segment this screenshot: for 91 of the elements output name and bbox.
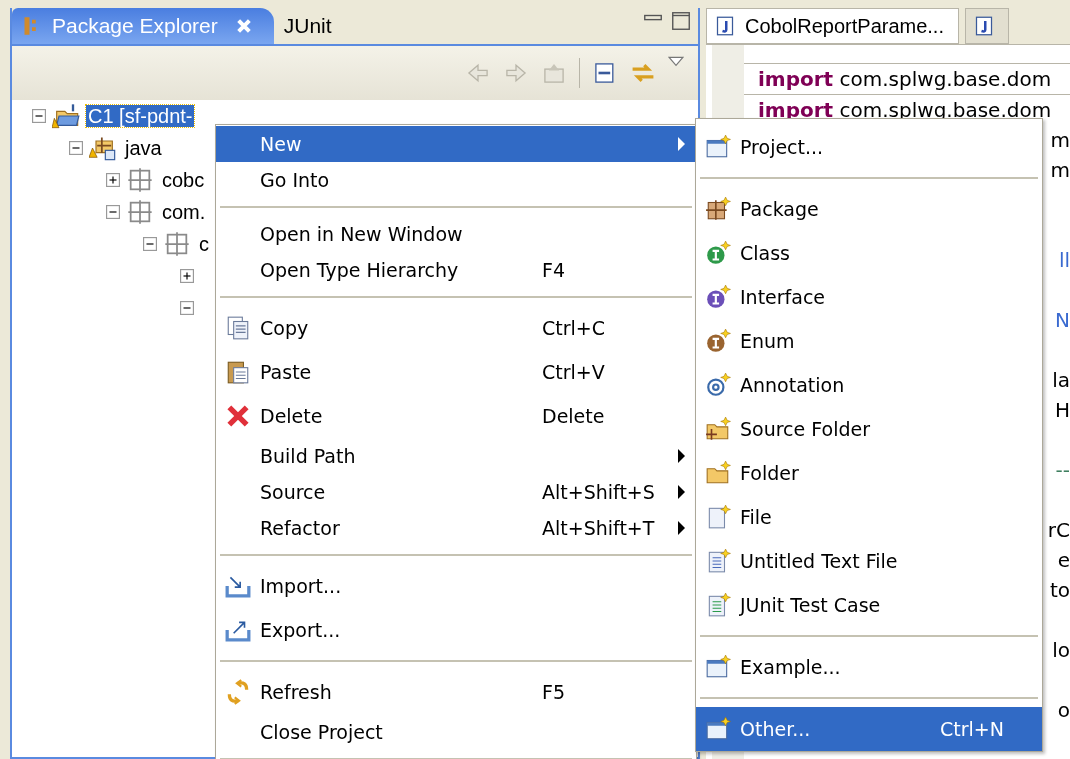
code-fragment: e: [1057, 548, 1070, 572]
editor-tab[interactable]: [965, 8, 1009, 44]
documents-icon: [225, 315, 251, 341]
menu-item[interactable]: Folder: [696, 451, 1042, 495]
submenu-arrow-icon: [677, 137, 685, 151]
wizard-icon: [705, 716, 731, 742]
expand-icon[interactable]: [180, 269, 194, 283]
menu-item[interactable]: Class: [696, 231, 1042, 275]
menu-item[interactable]: Go Into: [216, 162, 696, 198]
package-icon: [705, 196, 731, 222]
menu-item[interactable]: Refactor Alt+Shift+T: [216, 510, 696, 546]
class-icon: [705, 240, 731, 266]
menu-item[interactable]: Other... Ctrl+N: [696, 707, 1042, 751]
interface-icon: [705, 284, 731, 310]
collapse-icon[interactable]: [32, 109, 46, 123]
menu-item[interactable]: Delete Delete: [216, 394, 696, 438]
expand-icon[interactable]: [106, 173, 120, 187]
code-fragment: lo: [1052, 638, 1070, 662]
menu-item[interactable]: Close Project: [216, 714, 696, 750]
menu-item[interactable]: Source Alt+Shift+S: [216, 474, 696, 510]
view-tab[interactable]: JUnit: [273, 8, 354, 44]
shortcut-label: F4: [542, 259, 567, 281]
menu-item[interactable]: Untitled Text File: [696, 539, 1042, 583]
code-fragment: m: [1050, 158, 1070, 182]
annotation-icon: [705, 372, 731, 398]
tree-item[interactable]: com.: [160, 201, 208, 223]
clipboard-icon: [225, 359, 251, 385]
shortcut-label: Alt+Shift+T: [542, 517, 656, 539]
java-file-icon: [974, 16, 994, 36]
menu-item[interactable]: Source Folder: [696, 407, 1042, 451]
example-icon: [705, 654, 731, 680]
menu-item[interactable]: Annotation: [696, 363, 1042, 407]
code-fragment: m: [1050, 128, 1070, 152]
shortcut-label: Ctrl+V: [542, 361, 606, 383]
refresh-icon: [225, 679, 251, 705]
tree-item[interactable]: cobc: [160, 169, 207, 191]
delete-icon: [225, 403, 251, 429]
close-icon[interactable]: [235, 18, 252, 34]
tree-item[interactable]: c: [197, 233, 211, 255]
collapse-icon[interactable]: [106, 205, 120, 219]
menu-item[interactable]: Open Type Hierarchy F4: [216, 252, 696, 288]
menu-item[interactable]: File: [696, 495, 1042, 539]
java-file-icon: [715, 16, 735, 36]
project-folder-icon: [52, 102, 80, 130]
menu-item[interactable]: Export...: [216, 608, 696, 652]
enum-icon: [705, 328, 731, 354]
menu-item[interactable]: Refresh F5: [216, 670, 696, 714]
menu-item[interactable]: Import...: [216, 564, 696, 608]
submenu-arrow-icon: [677, 485, 685, 499]
code-line: import com.splwg.base.dom: [758, 97, 1052, 124]
shortcut-label: F5: [542, 681, 567, 703]
menu-item[interactable]: Example...: [696, 645, 1042, 689]
submenu-arrow-icon: [677, 449, 685, 463]
code-fragment: N: [1055, 308, 1070, 332]
new-project-icon: [705, 134, 731, 160]
menu-item[interactable]: Build Path: [216, 438, 696, 474]
package-icon: [126, 198, 154, 226]
source-folder-icon: [705, 416, 731, 442]
menu-item[interactable]: Paste Ctrl+V: [216, 350, 696, 394]
menu-item[interactable]: Enum: [696, 319, 1042, 363]
editor-tab[interactable]: CobolReportParame...: [706, 8, 959, 44]
code-fragment: o: [1057, 698, 1070, 722]
collapse-icon[interactable]: [180, 301, 194, 315]
tree-item[interactable]: C1 [sf-pdnt-: [86, 105, 195, 127]
menu-item[interactable]: Project...: [696, 125, 1042, 169]
code-fragment: la: [1052, 368, 1070, 392]
shortcut-label: Alt+Shift+S: [542, 481, 656, 503]
code-fragment: rC: [1047, 518, 1070, 542]
folder-icon: [705, 460, 731, 486]
menu-item[interactable]: New: [216, 126, 696, 162]
code-fragment: ll: [1058, 248, 1070, 272]
menu-item[interactable]: JUnit Test Case: [696, 583, 1042, 627]
submenu-arrow-icon: [677, 521, 685, 535]
package-icon: [163, 230, 191, 258]
code-fragment: to: [1049, 578, 1070, 602]
code-fragment: H: [1054, 398, 1070, 422]
collapse-icon[interactable]: [69, 141, 83, 155]
code-line: import com.splwg.base.dom: [758, 66, 1052, 93]
view-menu-icon[interactable]: [668, 56, 684, 68]
menu-item[interactable]: Package: [696, 187, 1042, 231]
shortcut-label: Ctrl+N: [940, 718, 1005, 740]
collapse-icon[interactable]: [143, 237, 157, 251]
menu-item[interactable]: Copy Ctrl+C: [216, 306, 696, 350]
menu-item[interactable]: Open in New Window: [216, 216, 696, 252]
package-icon: [126, 166, 154, 194]
menu-item[interactable]: Interface: [696, 275, 1042, 319]
shortcut-label: Delete: [542, 405, 606, 427]
shortcut-label: Ctrl+C: [542, 317, 606, 339]
code-fragment: --: [1055, 458, 1070, 482]
maximize-icon[interactable]: [670, 10, 692, 32]
tree-item[interactable]: java: [123, 137, 164, 159]
